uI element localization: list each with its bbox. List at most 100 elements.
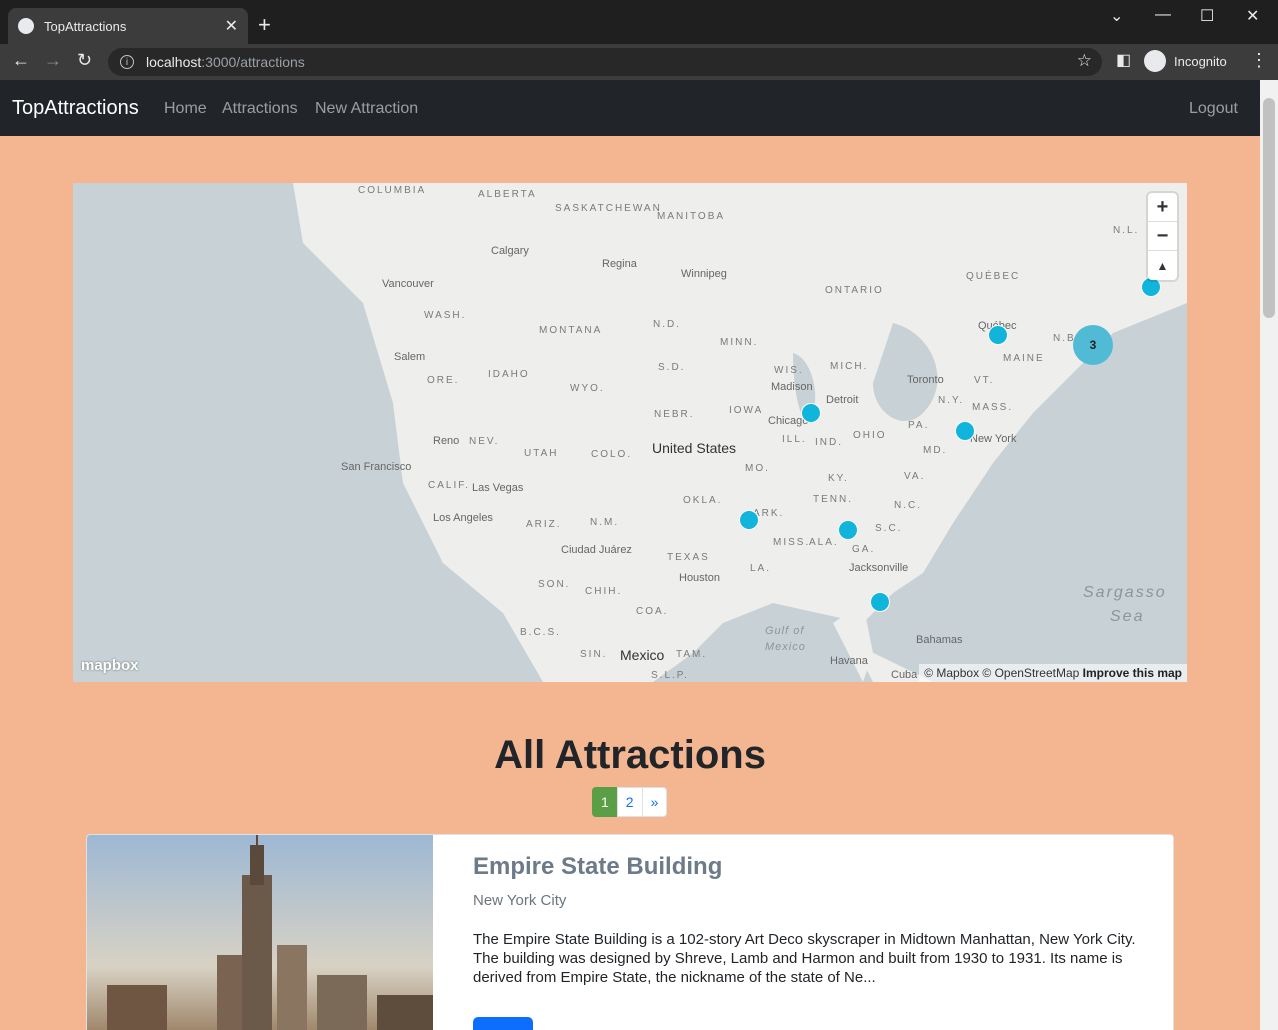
nav-attractions[interactable]: Attractions <box>222 100 298 118</box>
map-label: Calgary <box>491 245 529 257</box>
map-marker[interactable] <box>1141 277 1161 297</box>
map-label: MANITOBA <box>657 211 726 222</box>
close-icon[interactable]: ✕ <box>225 16 238 36</box>
browser-toolbar: ← → ↻ i localhost:3000/attractions ☆ ◧ I… <box>0 44 1278 80</box>
map-label: UTAH <box>524 448 559 459</box>
map-label: Mexico <box>765 641 806 653</box>
map-label: WIS. <box>774 365 804 376</box>
map-cluster[interactable]: 3 <box>1073 325 1113 365</box>
map-marker[interactable] <box>988 325 1008 345</box>
map-label: Salem <box>394 351 426 363</box>
map-label: TAM. <box>676 649 708 660</box>
map-label: Las Vegas <box>472 482 524 494</box>
attribution-text[interactable]: © Mapbox © OpenStreetMap <box>924 666 1079 680</box>
map-marker[interactable] <box>838 520 858 540</box>
map-label: MASS. <box>972 402 1014 413</box>
map-label: Detroit <box>826 394 859 406</box>
map-label: N.M. <box>590 517 620 528</box>
brand-link[interactable]: TopAttractions <box>12 97 139 120</box>
menu-icon[interactable]: ⋮ <box>1250 50 1268 71</box>
mapbox-logo[interactable]: mapbox <box>81 657 139 674</box>
map-label: IND. <box>815 437 843 448</box>
map-label: NEV. <box>469 436 500 447</box>
map-label: COLO. <box>591 449 633 460</box>
map-label: Reno <box>433 435 460 447</box>
back-icon[interactable]: ← <box>12 50 30 71</box>
minimize-icon[interactable]: — <box>1155 6 1171 24</box>
page-title: All Attractions <box>494 733 766 777</box>
view-attraction-button[interactable] <box>473 1017 533 1030</box>
map-label: Houston <box>679 572 720 584</box>
map-label: Sea <box>1110 608 1145 625</box>
map-marker[interactable] <box>955 421 975 441</box>
page-link-2[interactable]: 2 <box>616 787 643 817</box>
attraction-title[interactable]: Empire State Building <box>473 853 722 881</box>
attraction-card: Empire State Building New York City The … <box>86 834 1174 1030</box>
scrollbar-thumb[interactable] <box>1263 98 1275 318</box>
map-label: Vancouver <box>382 278 434 290</box>
improve-map-link[interactable]: Improve this map <box>1083 666 1182 680</box>
map-label: WYO. <box>570 383 605 394</box>
zoom-out-icon[interactable]: − <box>1148 222 1177 251</box>
reload-icon[interactable]: ↻ <box>77 50 92 71</box>
nav-new-attraction[interactable]: New Attraction <box>315 100 418 118</box>
map-label: VA. <box>904 471 926 482</box>
page-link-1[interactable]: 1 <box>592 787 618 817</box>
map-label: Mexico <box>620 647 665 663</box>
incognito-icon <box>1144 50 1166 72</box>
map-label: SON. <box>538 579 571 590</box>
attraction-location: New York City <box>473 892 567 909</box>
map-label: S.D. <box>658 362 686 373</box>
map-label: Cuba <box>891 669 918 681</box>
map-label: IOWA <box>729 405 764 416</box>
skyline-illustration <box>107 835 433 1030</box>
site-navbar: TopAttractions Home Attractions New Attr… <box>0 80 1260 136</box>
attraction-image <box>87 835 433 1030</box>
map-label: MONTANA <box>539 325 603 336</box>
map-label: OHIO <box>853 430 887 441</box>
map-label: ILL. <box>782 434 807 445</box>
map-label: TEXAS <box>667 552 710 563</box>
incognito-badge[interactable]: Incognito <box>1144 50 1227 72</box>
side-panel-icon[interactable]: ◧ <box>1116 50 1131 70</box>
url-path: :3000/attractions <box>201 54 305 70</box>
map-label: Toronto <box>907 374 944 386</box>
browser-tabbar: TopAttractions ✕ + ⌄ — ☐ ✕ <box>0 0 1278 44</box>
page-scrollbar[interactable] <box>1260 80 1278 1030</box>
map-label: Winnipeg <box>681 268 727 280</box>
compass-icon[interactable]: ▲ <box>1148 251 1177 280</box>
zoom-in-icon[interactable]: + <box>1148 193 1177 222</box>
forward-icon[interactable]: → <box>44 50 62 71</box>
map-label: LA. <box>750 563 772 574</box>
maximize-icon[interactable]: ☐ <box>1200 6 1214 26</box>
attractions-map[interactable]: COLUMBIA ALBERTA SASKATCHEWAN MANITOBA C… <box>73 183 1187 682</box>
new-tab-icon[interactable]: + <box>258 12 271 38</box>
star-icon[interactable]: ☆ <box>1077 51 1092 71</box>
address-bar[interactable]: i localhost:3000/attractions ☆ <box>108 48 1102 76</box>
map-label: KY. <box>828 473 849 484</box>
map-label: SASKATCHEWAN <box>555 203 662 214</box>
map-label: PA. <box>908 420 930 431</box>
map-marker[interactable] <box>801 403 821 423</box>
map-label: MINN. <box>720 337 759 348</box>
tab-title: TopAttractions <box>44 18 127 34</box>
chevron-down-icon[interactable]: ⌄ <box>1110 6 1123 26</box>
map-label: N.L. <box>1113 225 1140 236</box>
map-label: Jacksonville <box>849 562 909 574</box>
browser-tab[interactable]: TopAttractions ✕ <box>8 8 248 44</box>
window-close-icon[interactable]: ✕ <box>1246 6 1259 26</box>
map-label: TENN. <box>813 494 853 505</box>
map-label: CHIH. <box>585 586 623 597</box>
map-label: ONTARIO <box>825 285 884 296</box>
map-marker[interactable] <box>739 510 759 530</box>
map-marker[interactable] <box>870 592 890 612</box>
map-label: Madison <box>771 381 813 393</box>
nav-home[interactable]: Home <box>164 100 207 118</box>
info-icon[interactable]: i <box>120 55 134 69</box>
map-label: QUÉBEC <box>966 271 1021 282</box>
map-label: ORE. <box>427 375 460 386</box>
map-label: SIN. <box>580 649 608 660</box>
page-next[interactable]: » <box>641 787 668 817</box>
logout-link[interactable]: Logout <box>1189 100 1238 118</box>
attraction-description: The Empire State Building is a 102-story… <box>473 931 1136 986</box>
